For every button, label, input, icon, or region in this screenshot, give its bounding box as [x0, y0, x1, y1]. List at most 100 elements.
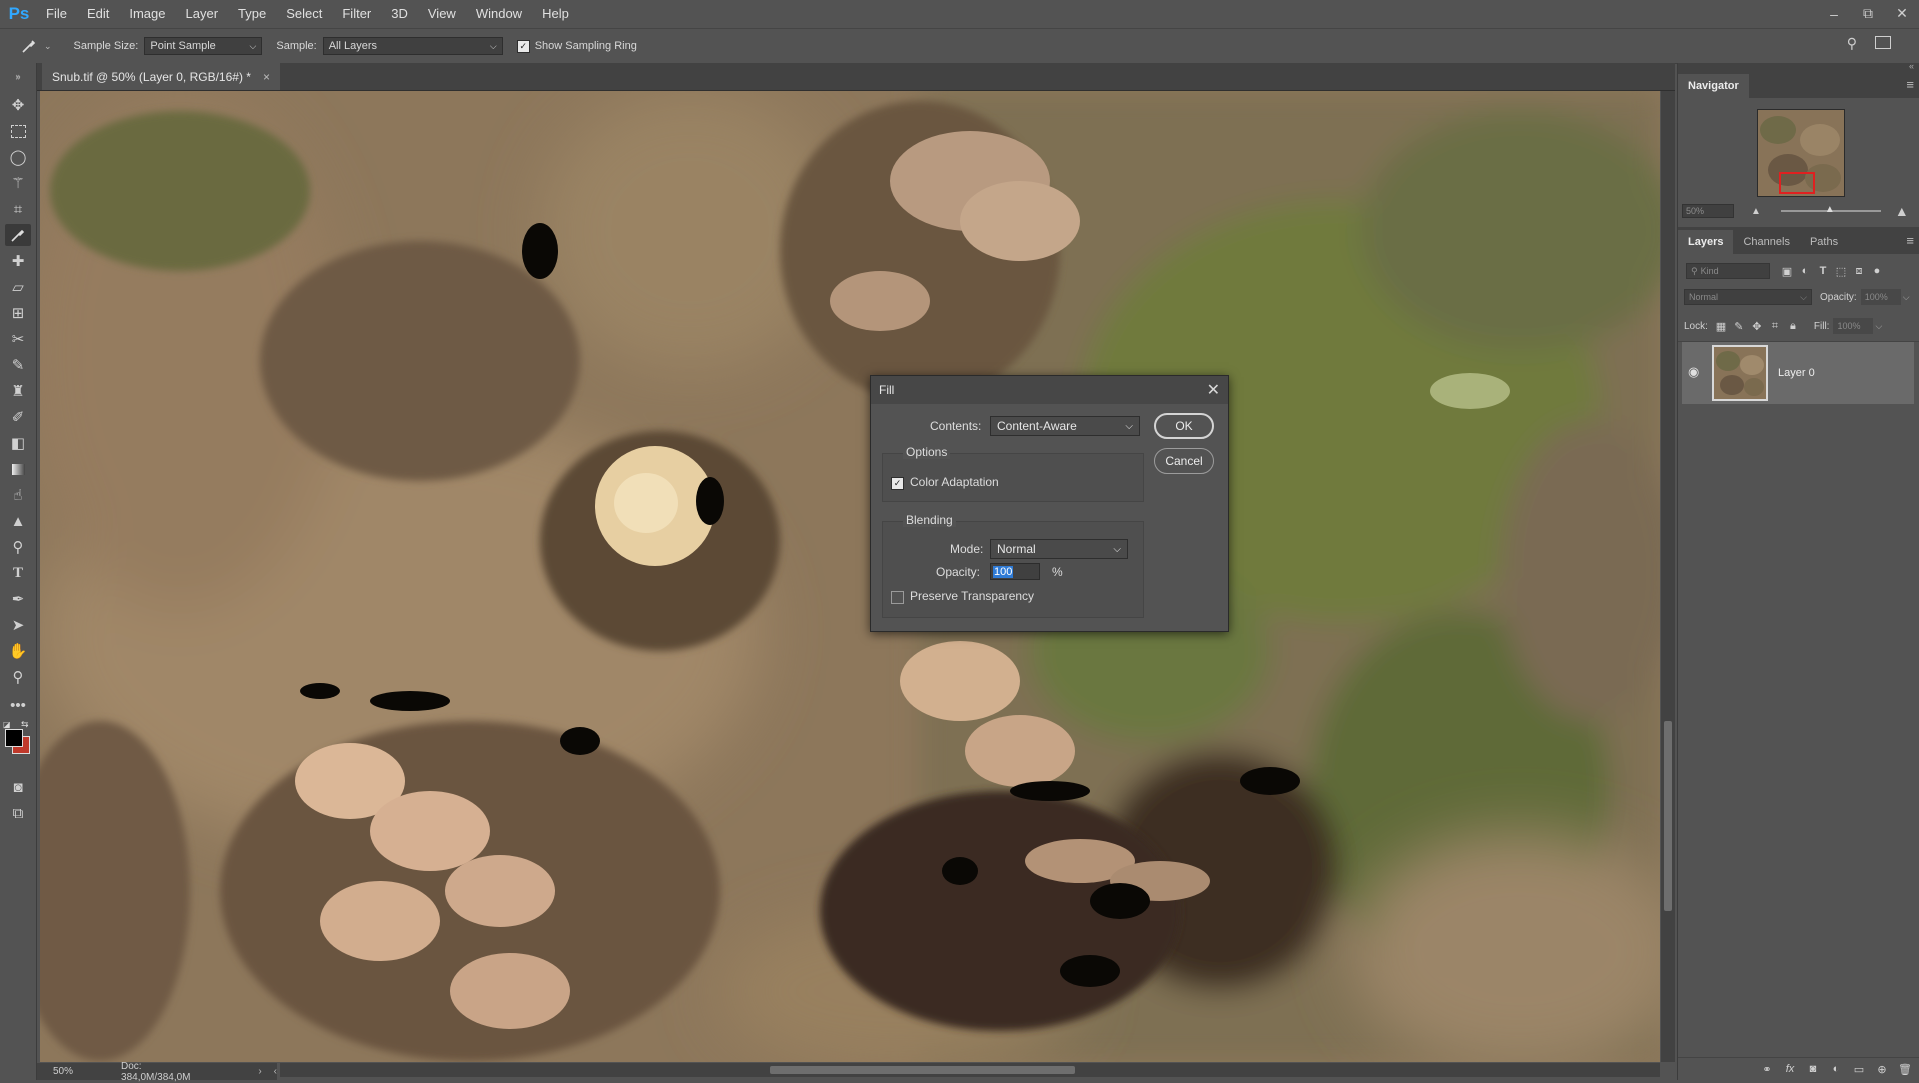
horizontal-scroll-thumb[interactable]: [770, 1066, 1075, 1074]
navigator-zoom-input[interactable]: 50%: [1682, 204, 1734, 218]
quick-mask-icon[interactable]: ◙: [5, 776, 31, 798]
trash-icon[interactable]: 🗑︎: [1896, 1060, 1914, 1078]
lock-all-icon[interactable]: 🔒︎: [1784, 317, 1802, 335]
lock-pixels-icon[interactable]: ✎: [1730, 317, 1748, 335]
eyedropper-preset-icon[interactable]: [16, 35, 42, 57]
menu-3d[interactable]: 3D: [381, 0, 418, 27]
scissors-tool-icon[interactable]: ✂: [5, 328, 31, 350]
zoom-level[interactable]: 50%: [53, 1066, 73, 1077]
close-icon[interactable]: ✕: [1207, 380, 1220, 400]
menu-image[interactable]: Image: [119, 0, 175, 27]
minimize-button[interactable]: –: [1817, 0, 1851, 27]
type-tool-icon[interactable]: T: [5, 562, 31, 584]
screen-mode-icon[interactable]: ⧉: [5, 802, 31, 824]
layer-style-icon[interactable]: fx: [1781, 1060, 1799, 1078]
search-icon[interactable]: ⚲: [1847, 35, 1857, 52]
layer-name[interactable]: Layer 0: [1778, 367, 1815, 379]
path-selection-tool-icon[interactable]: ➤: [5, 614, 31, 636]
collapse-dock-icon[interactable]: «: [1909, 61, 1914, 71]
tab-layers[interactable]: Layers: [1678, 230, 1734, 254]
default-colors-icon[interactable]: ◪: [3, 720, 11, 729]
smudge-tool-icon[interactable]: ☝: [5, 484, 31, 506]
sample-size-select[interactable]: Point Sample ⌵: [144, 37, 263, 55]
restore-button[interactable]: ⧉: [1851, 0, 1885, 27]
pen-tool-icon[interactable]: ✒: [5, 588, 31, 610]
clone-stamp-tool-icon[interactable]: ♜: [5, 380, 31, 402]
filter-smart-object-icon[interactable]: ⧈: [1850, 262, 1868, 280]
blend-mode-select[interactable]: Normal ⌵: [1684, 289, 1812, 305]
workspace-icon[interactable]: [1875, 36, 1891, 49]
sharpen-tool-icon[interactable]: ▲: [5, 510, 31, 532]
tab-channels[interactable]: Channels: [1733, 230, 1799, 254]
sample-select[interactable]: All Layers ⌵: [322, 37, 503, 55]
more-tools-icon[interactable]: •••: [5, 694, 31, 716]
lock-transparent-icon[interactable]: ▦: [1712, 317, 1730, 335]
navigator-thumbnail[interactable]: [1757, 109, 1845, 197]
menu-edit[interactable]: Edit: [77, 0, 119, 27]
layer-row[interactable]: ◉ Layer 0: [1682, 342, 1914, 404]
vertical-scrollbar[interactable]: [1661, 91, 1675, 1062]
new-group-icon[interactable]: ▭: [1850, 1060, 1868, 1078]
layer-fill-input[interactable]: 100%: [1833, 318, 1874, 334]
eye-icon[interactable]: ◉: [1688, 364, 1699, 380]
mode-select[interactable]: Normal ⌵: [990, 539, 1128, 559]
layer-thumbnail[interactable]: [1712, 345, 1768, 401]
magic-wand-tool-icon[interactable]: ⚚: [5, 172, 31, 194]
new-layer-icon[interactable]: ⊕: [1873, 1060, 1891, 1078]
filter-adjustment-icon[interactable]: ◐: [1796, 262, 1814, 280]
menu-file[interactable]: File: [36, 0, 77, 27]
eraser-tool-icon[interactable]: ◧: [5, 432, 31, 454]
panel-menu-icon[interactable]: ≡: [1906, 233, 1914, 248]
vertical-scroll-thumb[interactable]: [1664, 721, 1672, 911]
navigator-zoom-slider[interactable]: ▲: [1780, 205, 1881, 215]
color-adaptation-checkbox[interactable]: ✓: [891, 477, 904, 490]
cancel-button[interactable]: Cancel: [1154, 448, 1214, 474]
adjustment-layer-icon[interactable]: ◐: [1827, 1060, 1845, 1078]
menu-help[interactable]: Help: [532, 0, 579, 27]
preserve-transparency-checkbox[interactable]: [891, 591, 904, 604]
lasso-tool-icon[interactable]: ◯: [5, 146, 31, 168]
menu-window[interactable]: Window: [466, 0, 532, 27]
document-tab[interactable]: Snub.tif @ 50% (Layer 0, RGB/16#) * ×: [42, 63, 280, 90]
tab-navigator[interactable]: Navigator: [1678, 74, 1749, 98]
filter-toggle-icon[interactable]: ●: [1868, 262, 1886, 280]
move-tool-icon[interactable]: ✥: [5, 94, 31, 116]
panel-menu-icon[interactable]: ≡: [1906, 77, 1914, 92]
status-menu-arrow-icon[interactable]: ›: [258, 1066, 261, 1077]
add-mask-icon[interactable]: ◙: [1804, 1060, 1822, 1078]
brush-tool-icon[interactable]: ✎: [5, 354, 31, 376]
layer-opacity-input[interactable]: 100%: [1860, 289, 1901, 305]
menu-layer[interactable]: Layer: [176, 0, 229, 27]
opacity-input[interactable]: 100: [990, 563, 1040, 580]
foreground-color-swatch[interactable]: [5, 729, 23, 747]
zoom-in-icon[interactable]: ▲: [1895, 203, 1909, 219]
menu-type[interactable]: Type: [228, 0, 276, 27]
chevron-down-icon[interactable]: ⌄: [44, 41, 52, 52]
menu-filter[interactable]: Filter: [332, 0, 381, 27]
history-brush-tool-icon[interactable]: ✐: [5, 406, 31, 428]
zoom-tool-icon[interactable]: ⚲: [5, 666, 31, 688]
contents-select[interactable]: Content-Aware ⌵: [990, 416, 1140, 436]
zoom-slider-handle[interactable]: ▲: [1825, 205, 1835, 215]
filter-shape-icon[interactable]: ⬚: [1832, 262, 1850, 280]
tab-paths[interactable]: Paths: [1800, 230, 1848, 254]
lock-position-icon[interactable]: ✥: [1748, 317, 1766, 335]
show-sampling-ring-checkbox[interactable]: ✓: [516, 39, 530, 53]
crop-tool-icon[interactable]: ⌗: [5, 198, 31, 220]
gradient-tool-icon[interactable]: [5, 458, 31, 480]
chevron-down-icon[interactable]: ⌵: [1875, 321, 1882, 332]
hand-tool-icon[interactable]: ✋: [5, 640, 31, 662]
horizontal-scrollbar[interactable]: [280, 1063, 1660, 1077]
frame-tool-icon[interactable]: ⊞: [5, 302, 31, 324]
collapse-icon[interactable]: »: [0, 63, 36, 90]
marquee-tool-icon[interactable]: [5, 120, 31, 142]
zoom-out-icon[interactable]: ▲: [1751, 206, 1761, 217]
close-tab-icon[interactable]: ×: [263, 70, 270, 84]
menu-view[interactable]: View: [418, 0, 466, 27]
lock-artboard-icon[interactable]: ⌗: [1766, 317, 1784, 335]
eyedropper-tool-icon[interactable]: [5, 224, 31, 246]
dodge-tool-icon[interactable]: ⚲: [5, 536, 31, 558]
filter-pixel-icon[interactable]: ▣: [1778, 262, 1796, 280]
swap-colors-icon[interactable]: ⇆: [21, 719, 29, 730]
document-canvas[interactable]: [40, 91, 1660, 1062]
